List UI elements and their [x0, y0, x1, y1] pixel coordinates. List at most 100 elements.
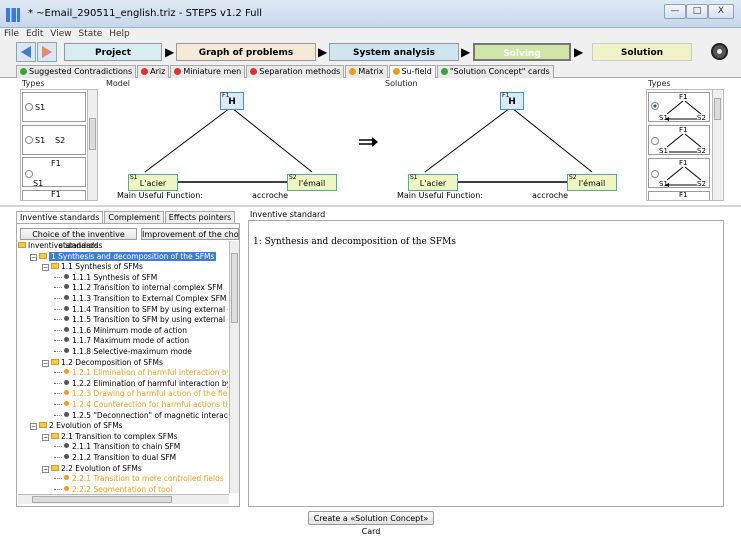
folder-icon — [51, 263, 59, 270]
forward-button[interactable] — [37, 42, 57, 62]
collapse-icon[interactable]: − — [30, 423, 37, 431]
solution-s1-node[interactable]: S1 L'acier — [408, 174, 458, 191]
tree-folder[interactable]: − 1.1 Synthesis of SFMs — [42, 262, 143, 272]
back-button[interactable] — [16, 42, 36, 62]
menu-help[interactable]: Help — [109, 28, 130, 40]
step-arrow: ▶ — [461, 45, 471, 59]
tree-folder[interactable]: − 2 Evolution of SFMs — [30, 421, 123, 431]
tree-label: 1.1.7 Maximum mode of action — [72, 336, 190, 346]
inventive-standard-view: 1: Synthesis and decomposition of the SF… — [248, 220, 724, 507]
model-field-node[interactable]: F1 H — [220, 92, 244, 110]
tab-ariz[interactable]: Ariz — [137, 65, 170, 78]
tab-miniature-men[interactable]: Miniature men — [170, 65, 246, 78]
step-project[interactable]: Project — [64, 43, 162, 61]
step-solution[interactable]: Solution — [592, 43, 692, 61]
link-line — [424, 107, 511, 173]
step-graph-of-problems[interactable]: Graph of problems — [176, 43, 316, 61]
radio-button[interactable] — [25, 136, 33, 144]
tree-item[interactable]: 1.1.3 Transition to External Complex SFM — [54, 294, 226, 304]
tab-su-field[interactable]: Su-field — [388, 65, 436, 78]
tree-item[interactable]: 1.1.4 Transition to SFM by using externa… — [54, 305, 228, 315]
record-icon[interactable] — [711, 43, 728, 60]
radio-button[interactable] — [25, 103, 33, 111]
tree-folder[interactable]: Inventive standards — [18, 241, 102, 251]
model-s1-node[interactable]: S1 L'acier — [128, 174, 178, 191]
types-right-scrollbar[interactable] — [712, 90, 722, 200]
tab-complement[interactable]: Complement — [104, 211, 164, 223]
menu-file[interactable]: File — [4, 28, 19, 40]
tree-vertical-scrollbar[interactable] — [229, 241, 239, 493]
tree-item[interactable]: 1.2.1 Elimination of harmful interaction… — [54, 368, 228, 378]
solution-action-label: accroche — [532, 191, 569, 200]
type-option[interactable]: F1 S1 S2 — [648, 92, 710, 122]
create-solution-card-button[interactable]: Create a «Solution Concept» Card — [308, 511, 434, 536]
tree-label: 2.1 Transition to complex SFMs — [61, 431, 178, 441]
type-option[interactable]: F1 S1 S2 — [648, 158, 710, 188]
collapse-icon[interactable]: − — [42, 465, 49, 473]
tree-item[interactable]: 1.2.2 Elimination of harmful interaction… — [54, 379, 228, 389]
tree-folder[interactable]: − 2.2 Evolution of SFMs — [42, 464, 142, 474]
step-system-analysis[interactable]: System analysis — [329, 43, 459, 61]
tree-folder[interactable]: − 1 Synthesis and decomposition of the SF… — [30, 251, 217, 262]
solution-label: Solution — [385, 79, 418, 88]
type-diagram-icon — [666, 133, 702, 153]
step-solving[interactable]: Solving — [473, 43, 571, 61]
types-right-label: Types — [648, 79, 671, 88]
bullet-icon — [64, 316, 69, 322]
bullet-icon — [64, 369, 69, 375]
type-option[interactable]: F1 S1 S2 — [648, 125, 710, 155]
tree-item[interactable]: 1.2.4 Counteraction for harmful actions … — [54, 400, 228, 410]
collapse-icon[interactable]: − — [42, 264, 49, 272]
solution-field-node[interactable]: F1 H — [500, 92, 524, 110]
tree-item[interactable]: 2.2.1 Transition to more controlled fiel… — [54, 474, 224, 484]
maximize-button[interactable]: □ — [686, 4, 708, 19]
bullet-icon — [64, 348, 69, 353]
tab-effects-pointers[interactable]: Effects pointers — [164, 211, 236, 223]
tree-label: 2.1.1 Transition to chain SFM — [72, 442, 181, 452]
radio-button[interactable] — [25, 170, 33, 178]
choice-standards-button[interactable]: Choice of the inventive standards — [20, 228, 137, 250]
tree-folder[interactable]: − 2.1 Transition to complex SFMs — [42, 432, 178, 442]
tab-solution-concept-cards[interactable]: "Solution Concept" cards — [436, 65, 554, 78]
collapse-icon[interactable]: − — [30, 253, 37, 261]
type-option[interactable]: S1 — [22, 92, 86, 122]
tree-item[interactable]: 1.2.5 "Deconnection" of magnetic interac… — [54, 411, 228, 421]
tree-folder[interactable]: − 1.2 Decomposition of SFMs — [42, 358, 163, 368]
tree-item[interactable]: 1.2.3 Drawing of harmful action of the f… — [54, 389, 228, 399]
window-title: * ~Email_290511_english.triz - STEPS v1.… — [28, 8, 263, 19]
collapse-icon[interactable]: − — [42, 433, 49, 441]
tree-item[interactable]: 1.1.6 Minimum mode of action — [54, 326, 187, 336]
menu-view[interactable]: View — [50, 28, 71, 40]
model-s2-node[interactable]: S2 l'émail — [287, 174, 337, 191]
close-button[interactable]: X — [708, 4, 734, 19]
tab-separation-methods[interactable]: Separation methods — [246, 65, 345, 78]
solution-s2-node[interactable]: S2 l'émail — [567, 174, 617, 191]
improve-choice-button[interactable]: Improvement of the choice — [141, 228, 239, 240]
tab-matrix[interactable]: Matrix — [345, 65, 388, 78]
bullet-icon — [64, 284, 69, 290]
tree-connector — [54, 478, 62, 480]
type-option[interactable]: F1 — [648, 191, 710, 200]
tree-item[interactable]: 1.1.2 Transition to internal complex SFM — [54, 283, 223, 293]
tree-item[interactable]: 1.1.1 Synthesis of SFM — [54, 273, 157, 283]
split-divider[interactable] — [0, 205, 741, 207]
minimize-button[interactable]: — — [664, 4, 686, 19]
menu-edit[interactable]: Edit — [26, 28, 43, 40]
types-left-scrollbar[interactable] — [87, 90, 97, 200]
tree-label: 2.1.2 Transition to dual SFM — [72, 453, 177, 462]
type-option[interactable]: F1 S1 — [22, 157, 86, 188]
type-option[interactable]: S1 S2 — [22, 125, 86, 155]
tree-item[interactable]: 2.1.1 Transition to chain SFM — [54, 442, 180, 452]
menu-state[interactable]: State — [78, 28, 102, 40]
tree-item[interactable]: 2.1.2 Transition to dual SFM — [54, 453, 176, 463]
tab-inventive-standards[interactable]: Inventive standards — [16, 211, 104, 223]
tab-suggested-contradictions[interactable]: Suggested Contradictions — [16, 65, 137, 78]
tree-item[interactable]: 1.1.5 Transition to SFM by using externa… — [54, 315, 228, 325]
collapse-icon[interactable]: − — [42, 359, 49, 367]
type-option[interactable]: F1 — [22, 190, 86, 200]
arrow-left-icon — [21, 46, 31, 58]
tree-item[interactable]: 1.1.7 Maximum mode of action — [54, 336, 189, 346]
tree-horizontal-scrollbar[interactable] — [18, 494, 229, 504]
tree-item[interactable]: 1.1.8 Selective-maximum mode — [54, 347, 192, 357]
tree-item[interactable]: 2.2.2 Segmentation of tool — [54, 485, 172, 493]
